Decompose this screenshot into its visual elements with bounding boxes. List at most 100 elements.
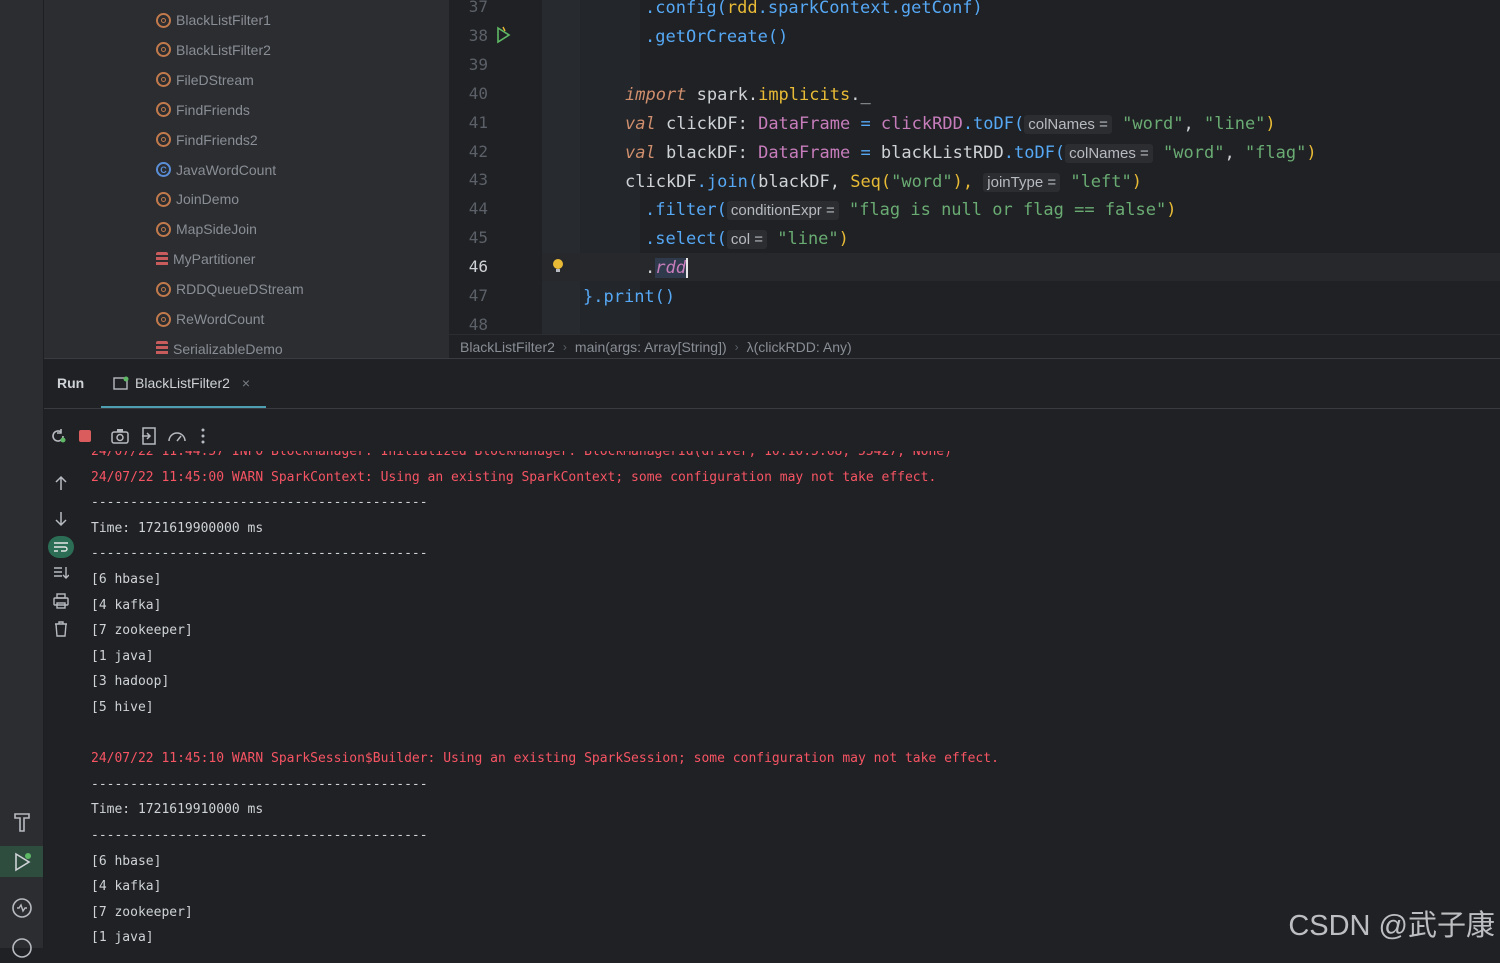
code-line-46: .rdd <box>645 258 688 278</box>
tree-item[interactable]: FileDStream <box>156 69 254 91</box>
line-gutter: 37 38 39 40 41 42 43 44 45 46 47 48 <box>449 0 542 334</box>
close-icon[interactable]: × <box>242 375 250 391</box>
console-line: [5 hive] <box>91 700 154 715</box>
tree-item[interactable]: SerializableDemo <box>156 338 283 358</box>
soft-wrap-icon[interactable] <box>48 536 74 558</box>
tree-item[interactable]: ReWordCount <box>156 308 264 330</box>
parameter-hint: conditionExpr = <box>726 201 839 220</box>
services-icon[interactable] <box>6 892 37 923</box>
rerun-icon[interactable] <box>47 425 69 447</box>
scala-object-icon <box>156 42 171 58</box>
scala-object-icon <box>156 12 171 28</box>
line-number: 41 <box>468 112 488 132</box>
tree-item-label: BlackListFilter2 <box>176 41 271 58</box>
java-class-icon: C <box>156 162 171 177</box>
code-editor[interactable]: 37 38 39 40 41 42 43 44 45 46 47 48 .config(rdd.spa… <box>449 0 1500 334</box>
console-output[interactable]: 24/07/22 11:44:57 INFO BlockManager: Ini… <box>91 451 1491 949</box>
watermark: CSDN @武子康 <box>1288 910 1495 942</box>
code-line-38: .getOrCreate() <box>645 27 789 47</box>
build-icon[interactable] <box>6 806 37 837</box>
tree-item[interactable]: MapSideJoin <box>156 218 257 240</box>
scala-object-icon <box>156 221 171 237</box>
code-line-42: val blackDF: DataFrame = blackListRDD.to… <box>625 143 1317 163</box>
restore-layout-icon[interactable] <box>138 425 160 447</box>
tree-item[interactable]: FindFriends <box>156 99 250 121</box>
console-warning-line: 24/07/22 11:45:10 WARN SparkSession$Buil… <box>91 751 999 767</box>
console-line: [6 hbase] <box>91 853 162 869</box>
breadcrumb-item[interactable]: main(args: Array[String]) <box>575 339 727 355</box>
more-options-icon[interactable] <box>192 425 214 447</box>
breadcrumb-item[interactable]: λ(clickRDD: Any) <box>747 339 852 355</box>
run-panel: Run BlackListFilter2 × 24/07/22 11:44:57… <box>44 358 1500 949</box>
tree-item-label: MyPartitioner <box>173 251 256 268</box>
scala-object-icon <box>156 102 171 118</box>
code-line-43: clickDF.join(blackDF, Seq("word"), joinT… <box>625 172 1142 192</box>
tree-item[interactable]: JoinDemo <box>156 188 239 210</box>
trash-icon[interactable] <box>48 618 74 640</box>
run-panel-title: Run <box>57 375 85 391</box>
parameter-hint: joinType = <box>983 173 1061 192</box>
run-toolbar <box>44 421 344 451</box>
tree-item-label: RDDQueueDStream <box>176 281 304 298</box>
console-sidebar <box>44 469 80 669</box>
run-tool-icon[interactable] <box>0 846 43 877</box>
coverage-icon[interactable] <box>166 425 188 447</box>
scroll-to-end-icon[interactable] <box>48 562 74 584</box>
parameter-hint: col = <box>726 230 767 249</box>
breadcrumb-item[interactable]: BlackListFilter2 <box>460 339 555 355</box>
lightbulb-icon[interactable] <box>552 258 564 279</box>
scala-file-icon <box>156 251 168 267</box>
console-line: ----------------------------------------… <box>91 776 428 792</box>
tree-item-label: ReWordCount <box>176 311 265 327</box>
scala-object-icon <box>156 191 171 207</box>
scala-object-icon <box>156 72 171 88</box>
line-number: 39 <box>468 54 488 74</box>
arrow-down-icon[interactable] <box>48 508 74 530</box>
run-tab-label: BlackListFilter2 <box>135 374 230 391</box>
console-line: [6 hbase] <box>91 572 162 587</box>
tree-item-label: JavaWordCount <box>176 161 277 178</box>
console-line: [4 kafka] <box>91 597 162 613</box>
line-number: 42 <box>468 141 488 161</box>
indent-guide <box>542 0 580 334</box>
stop-icon[interactable] <box>74 425 96 447</box>
tree-item-label: BlackListFilter1 <box>176 12 271 28</box>
arrow-up-icon[interactable] <box>48 472 74 494</box>
run-panel-header: Run BlackListFilter2 × <box>44 359 1500 409</box>
parameter-hint: colNames = <box>1024 115 1112 134</box>
print-icon[interactable] <box>48 590 74 612</box>
tree-item[interactable]: BlackListFilter1 <box>156 9 271 31</box>
line-number: 40 <box>468 83 488 103</box>
console-warning-line: 24/07/22 11:44:57 INFO BlockManager: Ini… <box>91 451 952 459</box>
console-line: Time: 1721619900000 ms <box>91 520 264 536</box>
tool-window-strip <box>0 0 44 958</box>
tree-item[interactable]: C JavaWordCount <box>156 159 276 181</box>
console-line: ----------------------------------------… <box>91 495 428 511</box>
tree-item[interactable]: MyPartitioner <box>156 248 255 270</box>
tree-item[interactable]: RDDQueueDStream <box>156 278 304 300</box>
line-number: 43 <box>468 170 488 190</box>
tree-item-label: SerializableDemo <box>173 340 283 357</box>
tree-item[interactable]: FindFriends2 <box>156 129 258 151</box>
tree-item[interactable]: BlackListFilter2 <box>156 39 271 61</box>
tree-item-label: FindFriends2 <box>176 131 258 148</box>
console-line: [4 kafka] <box>91 879 162 895</box>
tree-item-label: FileDStream <box>176 71 254 88</box>
chevron-right-icon: › <box>734 339 739 354</box>
camera-icon[interactable] <box>109 425 131 447</box>
code-line-45: .select(col = "line") <box>645 229 849 249</box>
code-line-47: }.print() <box>583 287 676 307</box>
text-caret <box>685 258 688 278</box>
line-number: 46 <box>468 257 488 277</box>
run-config-tab[interactable]: BlackListFilter2 × <box>101 359 266 408</box>
line-number: 38 <box>468 25 488 45</box>
console-line: [1 java] <box>91 648 154 664</box>
code-line-37: .config(rdd.sparkContext.getConf) <box>645 0 983 18</box>
breadcrumb: BlackListFilter2 › main(args: Array[Stri… <box>449 334 1500 358</box>
console-warning-line: 24/07/22 11:45:00 WARN SparkContext: Usi… <box>91 469 937 485</box>
run-gutter-icon[interactable] <box>493 25 513 50</box>
console-line: Time: 1721619910000 ms <box>91 802 264 818</box>
scala-object-icon <box>156 132 171 148</box>
scala-file-icon <box>156 341 168 357</box>
project-tree: BlackListFilter1 BlackListFilter2 FileDStr… <box>44 0 449 358</box>
